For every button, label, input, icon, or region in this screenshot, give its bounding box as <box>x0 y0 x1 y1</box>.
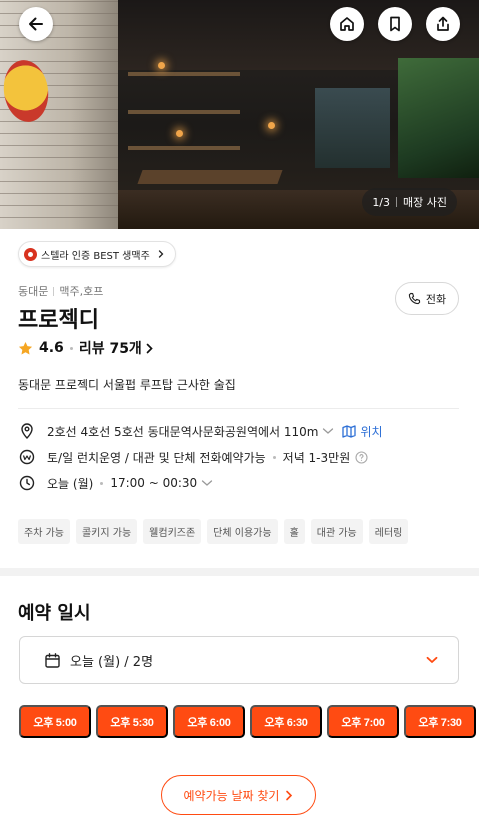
bookmark-button[interactable] <box>378 7 412 41</box>
chevron-down-icon[interactable] <box>322 427 334 435</box>
hours-time: 17:00 ~ 00:30 <box>110 476 198 490</box>
stella-badge-icon <box>24 247 37 261</box>
map-link-label: 위치 <box>360 424 383 439</box>
reservation-date-value: 오늘 (월) / 2명 <box>70 654 154 670</box>
service-info-icon <box>18 448 36 466</box>
amenity-tag: 홀 <box>283 519 305 544</box>
chevron-right-icon <box>146 343 153 353</box>
phone-icon <box>408 292 421 305</box>
hero-lamp <box>176 130 183 137</box>
hero-window <box>315 88 390 168</box>
share-icon <box>437 16 449 31</box>
amenity-tag: 콜키지 가능 <box>75 519 138 544</box>
calendar-icon <box>44 652 61 669</box>
photo-counter-divider <box>396 197 398 207</box>
store-hero-photo[interactable]: 1/3 매장 사진 <box>0 0 479 229</box>
clock-icon <box>18 474 36 492</box>
chevron-down-icon <box>426 656 438 664</box>
rating-score: 4.6 <box>39 340 64 356</box>
back-button[interactable] <box>19 7 53 41</box>
hero-table <box>137 170 283 184</box>
section-separator <box>0 568 479 576</box>
reviews-link-label: 리뷰 75개 <box>78 341 142 357</box>
find-available-date-button[interactable]: 예약가능 날짜 찾기 <box>161 775 316 815</box>
time-slot-button[interactable]: 오후 5:30 <box>96 705 168 738</box>
hero-lamp <box>268 122 275 129</box>
category-type: 맥주,호프 <box>59 285 104 298</box>
hero-window <box>398 58 479 178</box>
certification-badge[interactable]: 스텔라 인증 BEST 생맥주 <box>18 241 176 267</box>
service-text: 토/일 런치운영 / 대관 및 단체 전화예약가능 <box>47 450 266 465</box>
amenity-tags: 주차 가능 콜키지 가능 웰컴키즈존 단체 이용가능 홀 대관 가능 레터링 <box>18 519 409 544</box>
reservation-section-title: 예약 일시 <box>18 603 91 624</box>
find-available-date-label: 예약가능 날짜 찾기 <box>183 788 280 803</box>
hours-day: 오늘 (월) <box>47 476 94 491</box>
hours-separator <box>100 481 104 485</box>
share-button[interactable] <box>426 7 460 41</box>
location-text: 2호선 4호선 5호선 동대문역사문화공원역에서 110m <box>47 424 319 439</box>
photo-counter-index: 1/3 <box>372 195 391 209</box>
amenity-tag: 주차 가능 <box>18 519 70 544</box>
store-category: 동대문 맥주,호프 <box>18 283 103 299</box>
certification-badge-label: 스텔라 인증 BEST 생맥주 <box>41 250 150 262</box>
star-icon <box>18 341 33 354</box>
hero-shelf <box>128 110 240 114</box>
map-link[interactable]: 위치 <box>342 423 383 440</box>
call-button-label: 전화 <box>425 292 447 306</box>
chevron-right-icon <box>286 790 293 800</box>
chevron-right-icon <box>158 250 164 258</box>
amenity-tag: 웰컴키즈존 <box>143 519 202 544</box>
photo-counter[interactable]: 1/3 매장 사진 <box>362 188 457 216</box>
reviews-link[interactable]: 리뷰 75개 <box>79 338 154 358</box>
amenity-tag: 레터링 <box>368 519 409 544</box>
location-row: 2호선 4호선 5호선 동대문역사문화공원역에서 110m 위치 <box>18 422 383 440</box>
time-slot-button[interactable]: 오후 7:00 <box>327 705 399 738</box>
hero-shelf <box>128 72 240 76</box>
back-arrow-icon <box>29 17 43 31</box>
time-slot-button[interactable]: 오후 7:30 <box>404 705 476 738</box>
bookmark-icon <box>390 16 400 32</box>
hours-row: 오늘 (월) 17:00 ~ 00:30 <box>18 474 213 492</box>
hero-lamp <box>158 62 165 69</box>
location-pin-icon <box>18 422 36 440</box>
help-icon[interactable] <box>355 450 368 464</box>
category-divider <box>53 286 55 296</box>
photo-counter-label: 매장 사진 <box>403 196 447 209</box>
map-icon <box>342 424 357 438</box>
store-rating: 4.6 리뷰 75개 <box>18 338 154 358</box>
price-text: 저녁 1-3만원 <box>282 450 351 465</box>
time-slot-button[interactable]: 오후 5:00 <box>19 705 91 738</box>
amenity-tag: 대관 가능 <box>310 519 363 544</box>
time-slot-button[interactable]: 오후 6:30 <box>250 705 322 738</box>
time-slot-list: 오후 5:00 오후 5:30 오후 6:00 오후 6:30 오후 7:00 … <box>19 705 476 738</box>
section-divider <box>18 408 459 409</box>
chevron-down-icon[interactable] <box>201 479 213 487</box>
amenity-tag: 단체 이용가능 <box>207 519 278 544</box>
call-button[interactable]: 전화 <box>395 282 459 315</box>
category-area: 동대문 <box>18 285 49 298</box>
rating-separator <box>69 346 73 350</box>
service-separator <box>272 455 276 459</box>
time-slot-button[interactable]: 오후 6:00 <box>173 705 245 738</box>
home-icon <box>340 17 354 31</box>
service-row: 토/일 런치운영 / 대관 및 단체 전화예약가능 저녁 1-3만원 <box>18 448 368 466</box>
home-button[interactable] <box>330 7 364 41</box>
hero-shelf <box>128 146 240 150</box>
store-name: 프로젝디 <box>18 308 99 333</box>
store-description: 동대문 프로젝디 서울펍 루프탑 근사한 술집 <box>18 378 236 392</box>
reservation-date-selector[interactable]: 오늘 (월) / 2명 <box>19 636 459 684</box>
